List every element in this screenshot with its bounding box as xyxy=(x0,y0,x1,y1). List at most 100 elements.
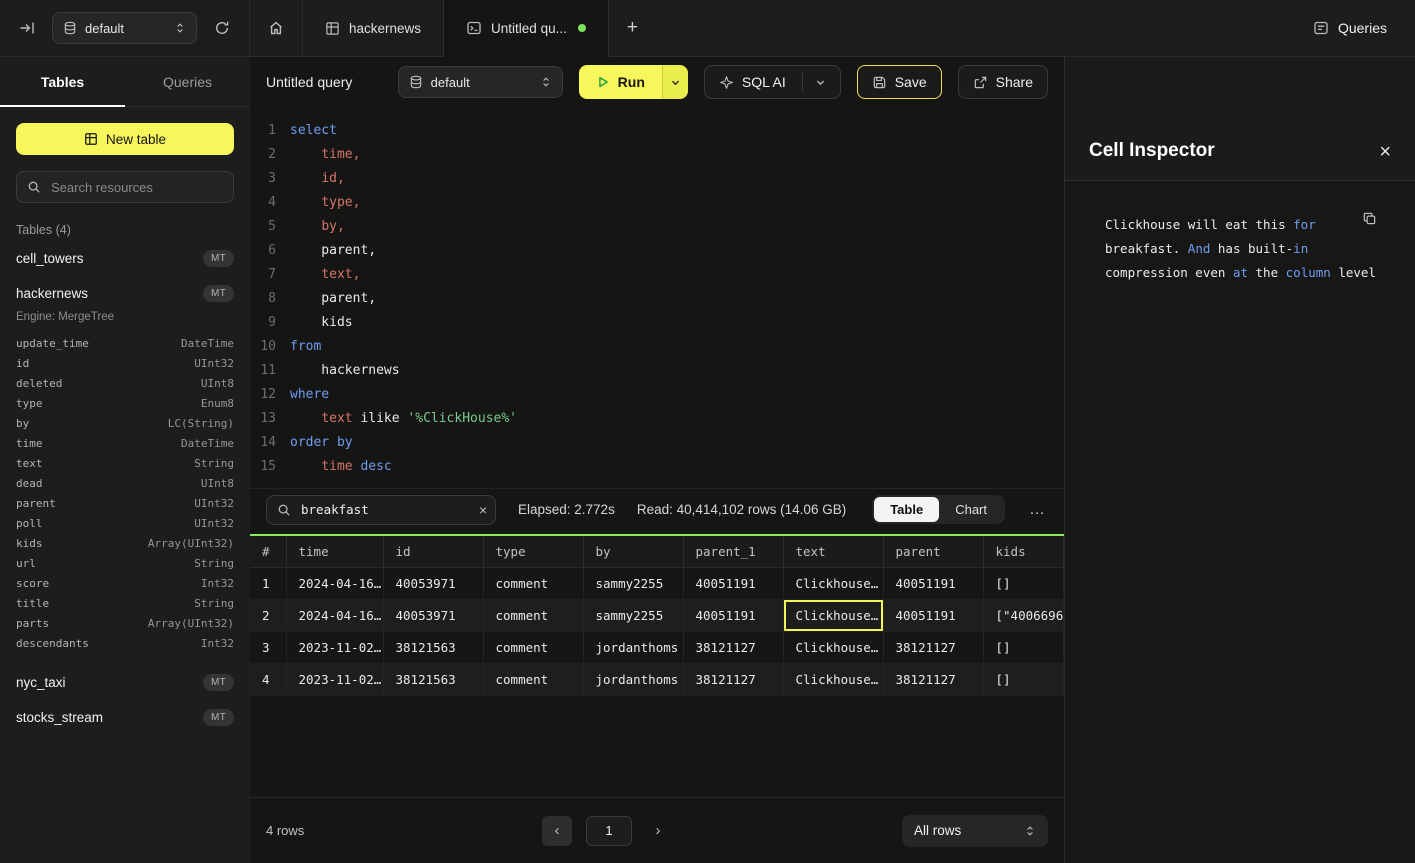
view-toggle-chart[interactable]: Chart xyxy=(939,497,1003,522)
table-cell[interactable]: 38121127 xyxy=(883,664,983,696)
table-cell[interactable]: Clickhouse… xyxy=(783,664,883,696)
table-cell[interactable]: comment xyxy=(483,600,583,632)
table-cell[interactable]: sammy2255 xyxy=(583,600,683,632)
page-size-selector[interactable]: All rows xyxy=(902,815,1048,847)
table-cell[interactable]: 2024-04-16… xyxy=(286,600,383,632)
sidebar-tab-tables[interactable]: Tables xyxy=(0,57,125,106)
cell-inspector-content: Clickhouse will eat this for breakfast. … xyxy=(1105,213,1385,285)
table-cell[interactable]: 38121563 xyxy=(383,632,483,664)
sql-token xyxy=(290,195,321,210)
table-cell[interactable]: 40051191 xyxy=(883,600,983,632)
table-cell[interactable]: jordanthoms xyxy=(583,664,683,696)
table-cell[interactable]: 40051191 xyxy=(683,568,783,600)
collapse-sidebar-button[interactable] xyxy=(14,15,40,41)
table-cell[interactable]: comment xyxy=(483,632,583,664)
run-options-button[interactable] xyxy=(662,65,688,99)
sql-token: kids xyxy=(290,315,353,330)
column-header-index[interactable]: # xyxy=(250,536,286,568)
table-cell[interactable]: 40051191 xyxy=(683,600,783,632)
results-table-container: #timeidtypebyparent_1textparentkids 1202… xyxy=(250,534,1064,797)
code-line: 8 parent, xyxy=(250,287,1064,311)
code-line: 1select xyxy=(250,119,1064,143)
table-cell[interactable]: Clickhouse… xyxy=(783,632,883,664)
sql-token xyxy=(290,267,321,282)
table-cell[interactable]: ["40066964… xyxy=(983,600,1064,632)
engine-badge: MT xyxy=(203,674,234,691)
sql-ai-button[interactable]: SQL AI xyxy=(704,65,841,99)
new-tab-button[interactable]: + xyxy=(609,0,656,56)
database-selector-value: default xyxy=(85,21,166,36)
row-index-cell[interactable]: 2 xyxy=(250,600,286,632)
search-resources-input[interactable] xyxy=(49,179,229,196)
table-cell[interactable]: 38121563 xyxy=(383,664,483,696)
sql-token: text, xyxy=(321,267,360,282)
code-text: text, xyxy=(290,263,360,287)
table-cell[interactable]: 2024-04-16… xyxy=(286,568,383,600)
table-cell[interactable]: 40053971 xyxy=(383,600,483,632)
view-toggle-table[interactable]: Table xyxy=(874,497,939,522)
table-cell[interactable]: sammy2255 xyxy=(583,568,683,600)
tab-home[interactable] xyxy=(250,0,303,56)
code-line: 12where xyxy=(250,383,1064,407)
column-header-kids[interactable]: kids xyxy=(983,536,1064,568)
sidebar-table-item[interactable]: cell_towersMT xyxy=(16,241,234,276)
tab-untitled-query[interactable]: Untitled qu... xyxy=(444,0,609,56)
table-cell[interactable]: [] xyxy=(983,664,1064,696)
table-cell[interactable]: comment xyxy=(483,664,583,696)
table-cell[interactable]: jordanthoms xyxy=(583,632,683,664)
table-cell[interactable]: comment xyxy=(483,568,583,600)
query-database-selector[interactable]: default xyxy=(398,66,563,98)
table-cell[interactable]: 38121127 xyxy=(683,664,783,696)
column-header-text[interactable]: text xyxy=(783,536,883,568)
sidebar-table-item[interactable]: nyc_taxiMT xyxy=(16,665,234,700)
table-cell[interactable]: 38121127 xyxy=(683,632,783,664)
clear-search-button[interactable]: × xyxy=(479,503,487,517)
row-index-cell[interactable]: 4 xyxy=(250,664,286,696)
column-header-time[interactable]: time xyxy=(286,536,383,568)
row-index-cell[interactable]: 3 xyxy=(250,632,286,664)
table-cell[interactable]: 40053971 xyxy=(383,568,483,600)
queries-button[interactable]: Queries xyxy=(1313,20,1387,36)
share-button[interactable]: Share xyxy=(958,65,1048,99)
row-index-cell[interactable]: 1 xyxy=(250,568,286,600)
table-cell[interactable]: 40051191 xyxy=(883,568,983,600)
column-header-parent[interactable]: parent xyxy=(883,536,983,568)
run-button[interactable]: Run xyxy=(579,65,662,99)
previous-page-button[interactable]: ‹ xyxy=(542,816,572,846)
close-inspector-button[interactable]: × xyxy=(1379,142,1391,162)
column-header-by[interactable]: by xyxy=(583,536,683,568)
home-icon xyxy=(268,20,284,36)
column-header-type[interactable]: type xyxy=(483,536,583,568)
table-cell[interactable]: [] xyxy=(983,632,1064,664)
table-cell[interactable]: 2023-11-02… xyxy=(286,632,383,664)
line-number: 9 xyxy=(250,311,276,335)
sql-editor[interactable]: 1select2 time,3 id,4 type,5 by,6 parent,… xyxy=(250,107,1064,488)
next-page-button[interactable]: › xyxy=(646,816,670,846)
results-search-input[interactable] xyxy=(299,501,471,518)
page-size-value: All rows xyxy=(914,823,961,838)
table-cell[interactable]: 2023-11-02… xyxy=(286,664,383,696)
sidebar-tab-queries[interactable]: Queries xyxy=(125,57,250,106)
refresh-button[interactable] xyxy=(209,15,235,41)
table-cell[interactable]: 38121127 xyxy=(883,632,983,664)
code-line: 14order by xyxy=(250,431,1064,455)
inspector-token: in xyxy=(1293,241,1308,256)
sidebar-table-item[interactable]: hackernewsMT xyxy=(16,276,234,311)
table-cell[interactable]: [] xyxy=(983,568,1064,600)
chevron-down-icon xyxy=(670,77,681,88)
column-header-parent_1[interactable]: parent_1 xyxy=(683,536,783,568)
sidebar-table-item[interactable]: stocks_streamMT xyxy=(16,700,234,735)
column-name: time xyxy=(16,437,43,450)
tab-hackernews[interactable]: hackernews xyxy=(303,0,444,56)
query-database-value: default xyxy=(431,75,532,90)
copy-cell-button[interactable] xyxy=(1362,211,1377,226)
table-cell[interactable]: Clickhouse… xyxy=(783,568,883,600)
column-header-id[interactable]: id xyxy=(383,536,483,568)
page-number-input[interactable] xyxy=(586,816,632,846)
save-button[interactable]: Save xyxy=(857,65,942,99)
more-options-button[interactable]: … xyxy=(1027,501,1048,519)
database-selector[interactable]: default xyxy=(52,12,197,44)
table-cell[interactable]: Clickhouse… xyxy=(783,600,883,632)
column-name: by xyxy=(16,417,29,430)
new-table-button[interactable]: New table xyxy=(16,123,234,155)
